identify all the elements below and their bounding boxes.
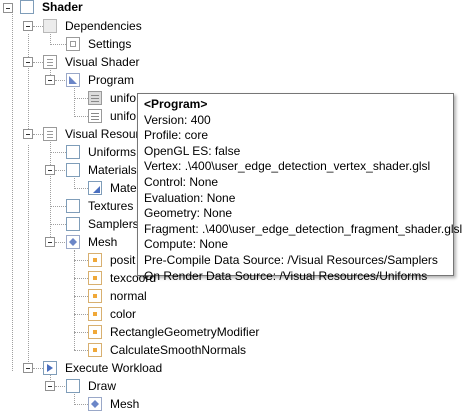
attribute-icon [88, 343, 102, 357]
node-label: Visual Shader [65, 55, 140, 69]
tree-node-attribute-color[interactable]: color [0, 305, 180, 323]
settings-icon [66, 37, 80, 51]
folder-icon [66, 217, 80, 231]
tree-node-uniform[interactable]: unifo [0, 89, 140, 107]
attribute-icon [88, 271, 102, 285]
folder-icon [66, 163, 80, 177]
node-label: unifo [110, 91, 137, 105]
node-label: Uniforms [88, 145, 137, 159]
attribute-icon [88, 307, 102, 321]
node-label: CalculateSmoothNormals [110, 343, 247, 357]
node-label: Program [88, 73, 135, 87]
dependencies-icon [43, 19, 57, 33]
tree-node-attribute-position[interactable]: posit [0, 251, 137, 269]
tooltip-line: Evaluation: None [144, 190, 236, 205]
tree-node-draw-mesh[interactable]: Mesh [0, 395, 160, 413]
node-label: Shader [42, 0, 83, 14]
node-label: posit [110, 253, 136, 267]
program-icon [66, 73, 80, 87]
tooltip-line: Profile: core [144, 128, 209, 143]
folder-icon [66, 379, 80, 393]
tooltip-line: Version: 400 [144, 112, 211, 127]
tooltip-line: Control: None [144, 174, 219, 189]
tree-node-material[interactable]: Mate [0, 179, 137, 197]
node-label: Dependencies [65, 19, 142, 33]
tree-node-attribute-normal[interactable]: normal [0, 287, 180, 305]
mesh-icon [88, 397, 102, 411]
node-label: Mesh [88, 235, 118, 249]
uniform-icon [88, 91, 102, 105]
tree-node-materials[interactable]: Materials [0, 161, 137, 179]
node-label: Materials [88, 163, 137, 177]
node-label: Textures [88, 199, 134, 213]
node-label: Visual Resour [65, 127, 140, 141]
node-label: Samplers [88, 217, 139, 231]
tree-node-visual-shader[interactable]: Visual Shader [0, 53, 150, 71]
material-icon [88, 181, 102, 195]
tree-node-uniforms[interactable]: Uniforms [0, 143, 137, 161]
node-label: Mesh [110, 397, 140, 411]
tree-node-shader[interactable]: Shader [0, 0, 120, 16]
tooltip-line: Compute: None [144, 237, 229, 252]
list-icon [43, 55, 57, 69]
tree-node-visual-resources[interactable]: Visual Resour [0, 125, 140, 143]
attribute-icon [88, 253, 102, 267]
folder-icon [66, 145, 80, 159]
execute-icon [43, 361, 57, 375]
tree-node-dependencies[interactable]: Dependencies [0, 17, 160, 35]
tooltip-line: Fragment: .\400\user_edge_detection_frag… [144, 221, 463, 236]
node-label: Settings [88, 37, 132, 51]
tree-node-textures[interactable]: Textures [0, 197, 137, 215]
attribute-icon [88, 325, 102, 339]
mesh-icon [66, 235, 80, 249]
tooltip-line: Geometry: None [144, 206, 233, 221]
tree-node-rectangle-geometry-modifier[interactable]: RectangleGeometryModifier [0, 323, 280, 341]
tree-node-execute-workload[interactable]: Execute Workload [0, 359, 180, 377]
node-label: color [110, 307, 137, 321]
node-label: Execute Workload [65, 361, 163, 375]
tree-node-samplers[interactable]: Samplers [0, 215, 139, 233]
node-label: unifo [110, 109, 137, 123]
tree-node-calculate-smooth-normals[interactable]: CalculateSmoothNormals [0, 341, 280, 359]
tree-node-uniform[interactable]: unifo [0, 107, 140, 125]
tooltip-line: On Render Data Source: /Visual Resources… [144, 268, 428, 283]
tooltip-line: OpenGL ES: false [144, 143, 241, 158]
list-icon [43, 127, 57, 141]
tooltip-line: Pre-Compile Data Source: /Visual Resourc… [144, 252, 438, 267]
uniform-icon [88, 109, 102, 123]
tree-node-program[interactable]: Program [0, 71, 140, 89]
program-tooltip: <Program> Version: 400 Profile: core Ope… [137, 93, 463, 283]
folder-icon [66, 199, 80, 213]
tree-node-draw[interactable]: Draw [0, 377, 140, 395]
shader-root-icon [20, 0, 34, 14]
tooltip-title: <Program> [144, 97, 208, 111]
attribute-icon [88, 289, 102, 303]
node-label: Draw [88, 379, 117, 393]
node-label: normal [110, 289, 147, 303]
node-label: RectangleGeometryModifier [110, 325, 260, 339]
tree-node-settings[interactable]: Settings [0, 35, 140, 53]
tooltip-line: Vertex: .\400\user_edge_detection_vertex… [144, 159, 431, 174]
tree-node-mesh[interactable]: Mesh [0, 233, 140, 251]
node-label: Mate [110, 181, 137, 195]
